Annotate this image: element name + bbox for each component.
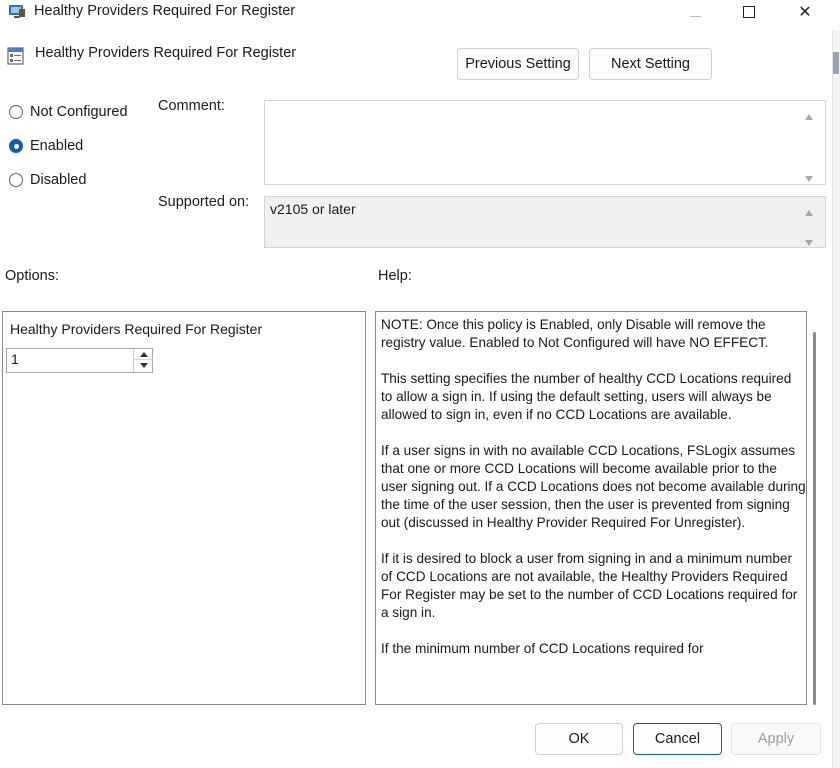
scroll-down-icon[interactable] — [804, 170, 814, 182]
policy-title: Healthy Providers Required For Register — [35, 45, 297, 61]
policy-editor-icon — [8, 4, 26, 20]
help-paragraph: If the minimum number of CCD Locations r… — [381, 641, 704, 656]
quantity-stepper[interactable] — [6, 348, 153, 373]
cancel-button[interactable]: Cancel — [633, 723, 722, 755]
option-field-label: Healthy Providers Required For Register — [10, 321, 263, 337]
scroll-down-icon[interactable] — [804, 234, 814, 246]
radio-circle[interactable] — [9, 105, 23, 119]
background-window-scroll — [833, 52, 839, 74]
radio-circle-checked[interactable] — [9, 139, 23, 153]
scroll-up-icon[interactable] — [804, 204, 814, 216]
radio-circle[interactable] — [9, 173, 23, 187]
stepper-value[interactable]: 1 — [11, 351, 19, 367]
previous-setting-button[interactable]: Previous Setting — [457, 48, 579, 80]
radio-label: Disabled — [30, 172, 87, 188]
stepper-buttons — [133, 349, 153, 372]
supported-on-label: Supported on: — [158, 194, 250, 210]
help-scrollbar[interactable] — [813, 332, 816, 705]
next-setting-button[interactable]: Next Setting — [589, 48, 712, 80]
radio-enabled[interactable]: Enabled — [9, 138, 83, 154]
comment-label: Comment: — [158, 98, 225, 114]
stepper-up-icon[interactable] — [134, 349, 153, 360]
close-icon: ✕ — [798, 4, 812, 21]
scroll-up-icon[interactable] — [804, 108, 814, 120]
policy-setting-icon — [7, 47, 24, 65]
minimize-button[interactable] — [672, 0, 718, 24]
background-window-edge — [832, 30, 840, 768]
radio-label: Not Configured — [30, 104, 128, 120]
radio-disabled[interactable]: Disabled — [9, 172, 86, 188]
apply-button[interactable]: Apply — [731, 723, 821, 755]
window-title: Healthy Providers Required For Register — [34, 3, 296, 19]
comment-textarea[interactable] — [264, 100, 826, 185]
options-label: Options: — [5, 268, 59, 284]
maximize-icon — [743, 6, 755, 18]
help-paragraph: This setting specifies the number of hea… — [381, 371, 792, 422]
help-text: NOTE: Once this policy is Enabled, only … — [381, 316, 806, 676]
minimize-icon — [689, 15, 701, 17]
radio-not-configured[interactable]: Not Configured — [9, 104, 128, 120]
maximize-button[interactable] — [726, 0, 772, 24]
help-label: Help: — [378, 268, 412, 284]
ok-button[interactable]: OK — [535, 723, 623, 755]
supported-on-value: v2105 or later — [270, 201, 356, 217]
help-paragraph: NOTE: Once this policy is Enabled, only … — [381, 317, 769, 350]
close-button[interactable]: ✕ — [782, 0, 828, 24]
help-paragraph: If a user signs in with no available CCD… — [381, 443, 806, 530]
radio-label: Enabled — [30, 138, 84, 154]
help-paragraph: If it is desired to block a user from si… — [381, 551, 798, 620]
help-pane[interactable]: NOTE: Once this policy is Enabled, only … — [375, 311, 807, 705]
stepper-down-icon[interactable] — [134, 360, 153, 371]
